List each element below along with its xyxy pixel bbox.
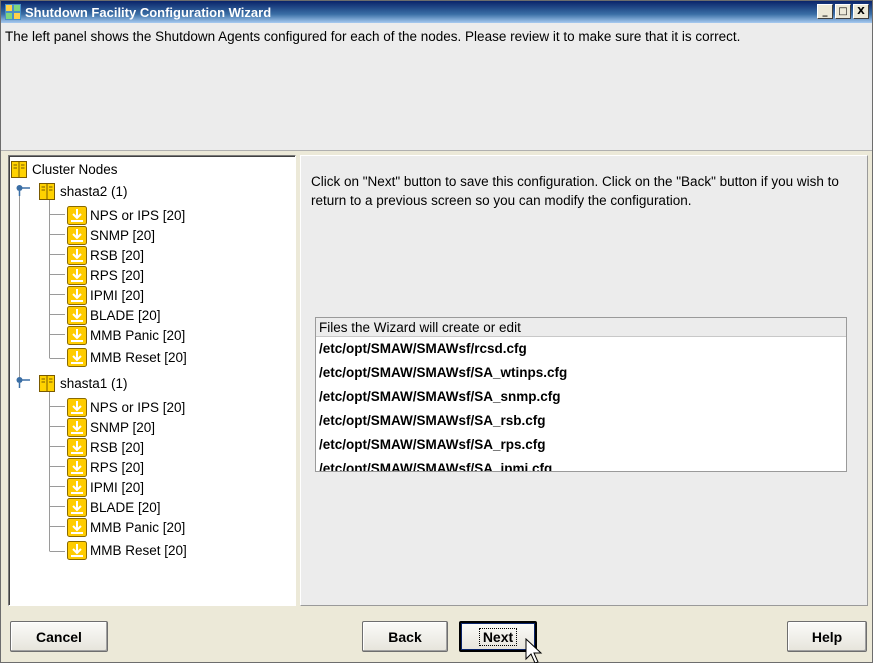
- shutdown-agent-icon: [67, 347, 87, 367]
- tree-root-cluster-nodes[interactable]: Cluster Nodes: [11, 159, 118, 179]
- files-list-header: Files the Wizard will create or edit: [316, 318, 846, 337]
- next-button-label: Next: [478, 627, 518, 646]
- minimize-button[interactable]: _: [817, 4, 833, 19]
- tree-leaf-agent[interactable]: RSB [20]: [67, 245, 144, 265]
- title-bar[interactable]: Shutdown Facility Configuration Wizard _…: [1, 1, 872, 23]
- back-button-label: Back: [388, 628, 422, 645]
- tree-leaf-label: RPS [20]: [90, 459, 145, 475]
- minimize-icon: _: [822, 5, 828, 17]
- shutdown-agent-icon: [67, 477, 87, 497]
- tree-leaf-agent[interactable]: RPS [20]: [67, 265, 144, 285]
- tree-leaf-agent[interactable]: NPS or IPS [20]: [67, 397, 185, 417]
- tree-leaf-label: MMB Panic [20]: [90, 327, 186, 343]
- tree-leaf-agent[interactable]: RPS [20]: [67, 457, 144, 477]
- tree-leaf-label: BLADE [20]: [90, 499, 161, 515]
- back-button[interactable]: Back: [362, 621, 448, 652]
- close-icon: X: [857, 5, 865, 17]
- tree-leaf-label: NPS or IPS [20]: [90, 399, 186, 415]
- mouse-pointer-icon: [525, 637, 545, 663]
- file-list-item[interactable]: /etc/opt/SMAW/SMAWsf/SA_ipmi.cfg: [316, 457, 846, 471]
- tree-leaf-agent[interactable]: BLADE [20]: [67, 305, 161, 325]
- file-list-item[interactable]: /etc/opt/SMAW/SMAWsf/SA_rps.cfg: [316, 433, 846, 457]
- tree-leaf-label: RSB [20]: [90, 439, 145, 455]
- tree-leaf-agent[interactable]: IPMI [20]: [67, 477, 144, 497]
- tree-leaf-agent[interactable]: MMB Reset [20]: [67, 347, 187, 367]
- tree-leaf-label: MMB Reset [20]: [90, 542, 187, 558]
- shutdown-agent-icon: [67, 245, 87, 265]
- file-list-item[interactable]: /etc/opt/SMAW/SMAWsf/SA_wtinps.cfg: [316, 361, 846, 385]
- shutdown-agent-icon: [67, 397, 87, 417]
- maximize-button[interactable]: □: [835, 4, 851, 19]
- tree-leaf-agent[interactable]: RSB [20]: [67, 437, 144, 457]
- tree-leaf-label: IPMI [20]: [90, 479, 145, 495]
- shutdown-agent-icon: [67, 457, 87, 477]
- book-icon: [39, 182, 55, 200]
- help-button-label: Help: [811, 628, 843, 645]
- file-list-item[interactable]: /etc/opt/SMAW/SMAWsf/rcsd.cfg: [316, 337, 846, 361]
- tree-leaf-label: RPS [20]: [90, 267, 145, 283]
- file-list-item[interactable]: /etc/opt/SMAW/SMAWsf/SA_rsb.cfg: [316, 409, 846, 433]
- shutdown-agent-icon: [67, 285, 87, 305]
- tree-leaf-agent[interactable]: SNMP [20]: [67, 225, 155, 245]
- book-icon: [11, 160, 27, 178]
- file-list-item[interactable]: /etc/opt/SMAW/SMAWsf/SA_snmp.cfg: [316, 385, 846, 409]
- cancel-button-label: Cancel: [36, 628, 82, 645]
- maximize-icon: □: [838, 5, 848, 17]
- shutdown-agent-icon: [67, 325, 87, 345]
- shutdown-agent-icon: [67, 305, 87, 325]
- tree-leaf-label: SNMP [20]: [90, 419, 156, 435]
- tree-leaf-agent[interactable]: BLADE [20]: [67, 497, 161, 517]
- summary-panel: Click on "Next" button to save this conf…: [300, 155, 868, 606]
- tree-leaf-label: MMB Panic [20]: [90, 519, 186, 535]
- tree-leaf-agent[interactable]: SNMP [20]: [67, 417, 155, 437]
- shutdown-agent-icon: [67, 540, 87, 560]
- tree-leaf-agent[interactable]: IPMI [20]: [67, 285, 144, 305]
- tree-node-shasta2[interactable]: shasta2 (1): [39, 181, 128, 201]
- window-controls: _ □ X: [817, 4, 869, 19]
- files-list[interactable]: Files the Wizard will create or edit /et…: [315, 317, 847, 472]
- tree-leaf-agent[interactable]: MMB Panic [20]: [67, 517, 185, 537]
- shutdown-agent-icon: [67, 497, 87, 517]
- tree-leaf-agent[interactable]: NPS or IPS [20]: [67, 205, 185, 225]
- tree-leaf-agent[interactable]: MMB Reset [20]: [67, 540, 187, 560]
- shutdown-agent-icon: [67, 225, 87, 245]
- wizard-window: Shutdown Facility Configuration Wizard _…: [0, 0, 873, 663]
- cluster-tree-panel[interactable]: Cluster Nodes shasta2 (1) NPS or IPS [20…: [8, 155, 296, 606]
- tree-node-label: shasta1 (1): [60, 375, 128, 391]
- help-button[interactable]: Help: [787, 621, 867, 652]
- shutdown-agent-icon: [67, 437, 87, 457]
- shutdown-agent-icon: [67, 417, 87, 437]
- description-text: The left panel shows the Shutdown Agents…: [1, 23, 872, 151]
- tree-leaf-label: IPMI [20]: [90, 287, 145, 303]
- cancel-button[interactable]: Cancel: [10, 621, 108, 652]
- window-title: Shutdown Facility Configuration Wizard: [25, 4, 272, 20]
- shutdown-agent-icon: [67, 265, 87, 285]
- tree-leaf-label: MMB Reset [20]: [90, 349, 187, 365]
- close-button[interactable]: X: [853, 4, 869, 19]
- book-icon: [39, 374, 55, 392]
- shutdown-agent-icon: [67, 517, 87, 537]
- tree-leaf-label: RSB [20]: [90, 247, 145, 263]
- tree-leaf-label: NPS or IPS [20]: [90, 207, 186, 223]
- tree-leaf-agent[interactable]: MMB Panic [20]: [67, 325, 185, 345]
- wizard-app-icon: [5, 4, 21, 20]
- shutdown-agent-icon: [67, 205, 87, 225]
- tree-leaf-label: BLADE [20]: [90, 307, 161, 323]
- tree-node-shasta1[interactable]: shasta1 (1): [39, 373, 128, 393]
- tree-leaf-label: SNMP [20]: [90, 227, 156, 243]
- tree-root-label: Cluster Nodes: [32, 161, 118, 177]
- tree-node-label: shasta2 (1): [60, 183, 128, 199]
- instruction-text: Click on "Next" button to save this conf…: [311, 174, 839, 208]
